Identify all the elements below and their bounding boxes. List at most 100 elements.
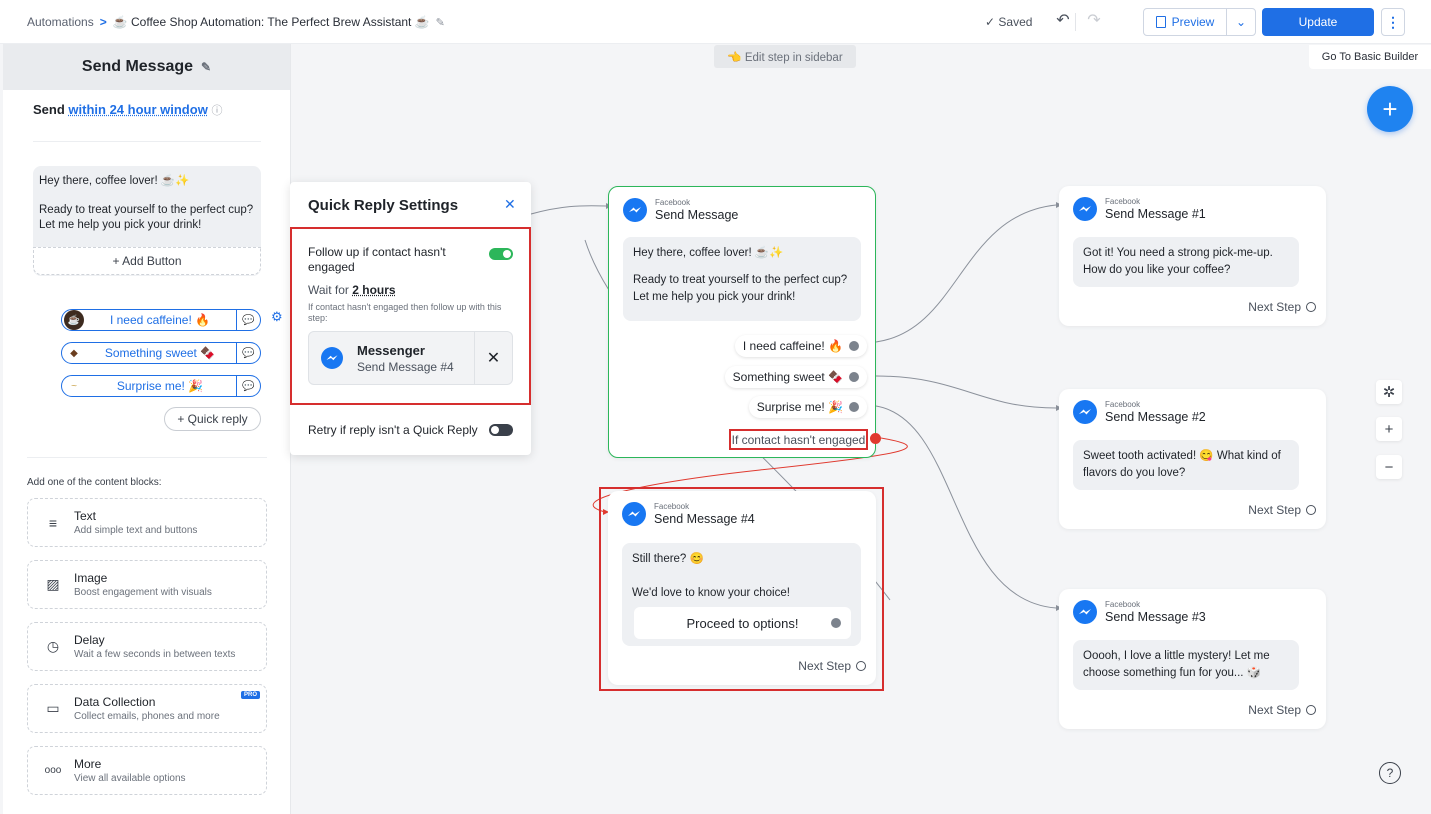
option-caffeine[interactable]: I need caffeine! 🔥 xyxy=(734,335,867,357)
send-message-3-node[interactable]: Facebook Send Message #3 Ooooh, I love a … xyxy=(1059,589,1326,729)
quick-reply-label[interactable]: Surprise me! 🎉 xyxy=(84,379,236,393)
message-bubble: Hey there, coffee lover! ☕✨ Ready to tre… xyxy=(623,237,861,321)
zoom-in-plus-icon[interactable]: + xyxy=(1376,417,1402,441)
block-title: Data Collection xyxy=(74,695,156,709)
message-line-2: Ready to treat yourself to the perfect c… xyxy=(39,204,254,231)
image-icon: ▨ xyxy=(46,576,60,592)
connector-ring[interactable] xyxy=(1306,302,1316,312)
preview-label: Preview xyxy=(1171,15,1215,29)
node-name: Send Message #3 xyxy=(1105,610,1206,624)
coffee-thumbnail-icon: ☕ xyxy=(64,310,84,330)
sidebar-title[interactable]: Send Message xyxy=(82,58,193,76)
messenger-icon xyxy=(321,347,343,369)
saved-status: ✓ Saved xyxy=(985,15,1033,29)
add-quick-reply-button[interactable]: + Quick reply xyxy=(164,407,261,431)
remove-close-icon[interactable]: ✕ xyxy=(474,332,512,384)
message-line-2: Ready to treat yourself to the perfect c… xyxy=(633,274,848,303)
connector-ring[interactable] xyxy=(1306,505,1316,515)
go-to-basic-builder-button[interactable]: Go To Basic Builder xyxy=(1309,45,1431,69)
wait-duration-dropdown[interactable]: 2 hours xyxy=(352,283,395,297)
gear-icon[interactable]: ⚙ xyxy=(271,309,283,325)
messenger-icon xyxy=(1073,197,1097,221)
more-options-icon[interactable]: ⋮ xyxy=(1381,8,1405,36)
breadcrumb-automations-link[interactable]: Automations xyxy=(27,15,94,29)
block-delay[interactable]: ◷ Delay Wait a few seconds in between tex… xyxy=(27,622,267,671)
follow-up-step-card[interactable]: Messenger Send Message #4 ✕ xyxy=(308,331,513,385)
chat-bubble-icon[interactable]: 💬 xyxy=(236,343,260,363)
option-sweet[interactable]: Something sweet 🍫 xyxy=(724,366,867,388)
next-step-connector[interactable]: Next Step xyxy=(1248,503,1316,517)
option-surprise[interactable]: Surprise me! 🎉 xyxy=(748,396,867,418)
add-step-button[interactable]: + xyxy=(1367,86,1413,132)
more-dots-icon: ooo xyxy=(44,765,62,776)
retry-toggle[interactable] xyxy=(489,424,513,436)
automation-title[interactable]: ☕ Coffee Shop Automation: The Perfect Br… xyxy=(113,15,430,29)
divider xyxy=(33,141,261,142)
next-step-label: Next Step xyxy=(1248,300,1301,314)
connector-ring[interactable] xyxy=(1306,705,1316,715)
node-name: Send Message xyxy=(655,208,739,222)
next-step-connector[interactable]: Next Step xyxy=(1248,703,1316,717)
update-button[interactable]: Update xyxy=(1262,8,1374,36)
block-data-collection[interactable]: ▭ Data Collection Collect emails, phones … xyxy=(27,684,267,733)
quick-reply-sweet[interactable]: ◆ Something sweet 🍫 💬 xyxy=(61,342,261,364)
quick-reply-caffeine[interactable]: ☕ I need caffeine! 🔥 💬 xyxy=(61,309,261,331)
node-name: Send Message #1 xyxy=(1105,207,1206,221)
edit-pencil-icon[interactable]: ✎ xyxy=(436,16,448,29)
text-lines-icon: ≡ xyxy=(48,514,58,531)
follow-up-toggle[interactable] xyxy=(489,248,513,260)
quick-reply-label[interactable]: Something sweet 🍫 xyxy=(84,346,236,360)
info-icon[interactable]: ⓘ xyxy=(211,105,222,117)
block-title: Text xyxy=(74,509,97,523)
redo-icon[interactable]: ↷ xyxy=(1084,10,1104,30)
chat-bubble-icon[interactable]: 💬 xyxy=(236,376,260,396)
follow-up-label: Follow up if contact hasn't engaged xyxy=(308,245,446,274)
next-step-connector[interactable]: Next Step xyxy=(1248,300,1316,314)
chat-bubble-icon[interactable]: 💬 xyxy=(236,310,260,330)
node-source: Facebook xyxy=(1105,400,1141,409)
send-window-link[interactable]: within 24 hour window xyxy=(68,102,207,117)
block-title: Image xyxy=(74,571,108,585)
send-label: Send xyxy=(33,102,65,117)
add-button-button[interactable]: + Add Button xyxy=(33,247,261,275)
node-source: Facebook xyxy=(1105,197,1141,206)
block-desc: Boost engagement with visuals xyxy=(74,587,212,598)
send-message-2-node[interactable]: Facebook Send Message #2 Sweet tooth acti… xyxy=(1059,389,1326,529)
send-message-1-node[interactable]: Facebook Send Message #1 Got it! You need… xyxy=(1059,186,1326,326)
step-editor-sidebar: Send Message ✎ Send within 24 hour windo… xyxy=(3,44,291,814)
input-field-icon: ▭ xyxy=(46,700,60,716)
wait-description: If contact hasn't engaged then follow up… xyxy=(308,302,502,323)
edit-pencil-icon[interactable]: ✎ xyxy=(201,60,211,74)
block-title: More xyxy=(74,757,102,771)
message-bubble: Got it! You need a strong pick-me-up. Ho… xyxy=(1073,237,1299,287)
highlight-box-send-message-4 xyxy=(599,487,884,691)
preview-button[interactable]: Preview ⌄ xyxy=(1143,8,1256,36)
not-engaged-connector-dot[interactable] xyxy=(870,433,881,444)
send-window-row: Send within 24 hour window ⓘ xyxy=(33,102,222,118)
block-desc: Add simple text and buttons xyxy=(74,525,198,536)
block-more[interactable]: ooo More View all available options xyxy=(27,746,267,795)
connector-dot[interactable] xyxy=(849,341,859,351)
connector-dot[interactable] xyxy=(849,402,859,412)
quick-reply-surprise[interactable]: ~ Surprise me! 🎉 💬 xyxy=(61,375,261,397)
auto-arrange-magic-icon[interactable]: ✲ xyxy=(1376,380,1402,404)
content-blocks-heading: Add one of the content blocks: xyxy=(27,477,162,488)
block-desc: View all available options xyxy=(74,773,186,784)
connector-dot[interactable] xyxy=(849,372,859,382)
help-question-icon[interactable]: ? xyxy=(1379,762,1401,784)
zoom-out-minus-icon[interactable]: − xyxy=(1376,455,1402,479)
card-subtitle: Send Message #4 xyxy=(357,359,454,374)
quick-reply-label[interactable]: I need caffeine! 🔥 xyxy=(84,313,236,327)
main-send-message-node[interactable]: Facebook Send Message Hey there, coffee l… xyxy=(608,186,876,458)
not-engaged-connector-label[interactable]: If contact hasn't engaged xyxy=(729,429,868,450)
card-title: Messenger xyxy=(357,342,425,358)
block-text[interactable]: ≡ Text Add simple text and buttons xyxy=(27,498,267,547)
undo-icon[interactable]: ↶ xyxy=(1053,10,1073,30)
chevron-down-icon[interactable]: ⌄ xyxy=(1227,15,1255,29)
block-image[interactable]: ▨ Image Boost engagement with visuals xyxy=(27,560,267,609)
divider xyxy=(1075,13,1076,31)
pro-badge: PRO xyxy=(240,691,260,699)
close-icon[interactable]: ✕ xyxy=(504,196,516,213)
option-label: I need caffeine! 🔥 xyxy=(742,339,843,353)
breadcrumb-separator: > xyxy=(99,15,107,29)
